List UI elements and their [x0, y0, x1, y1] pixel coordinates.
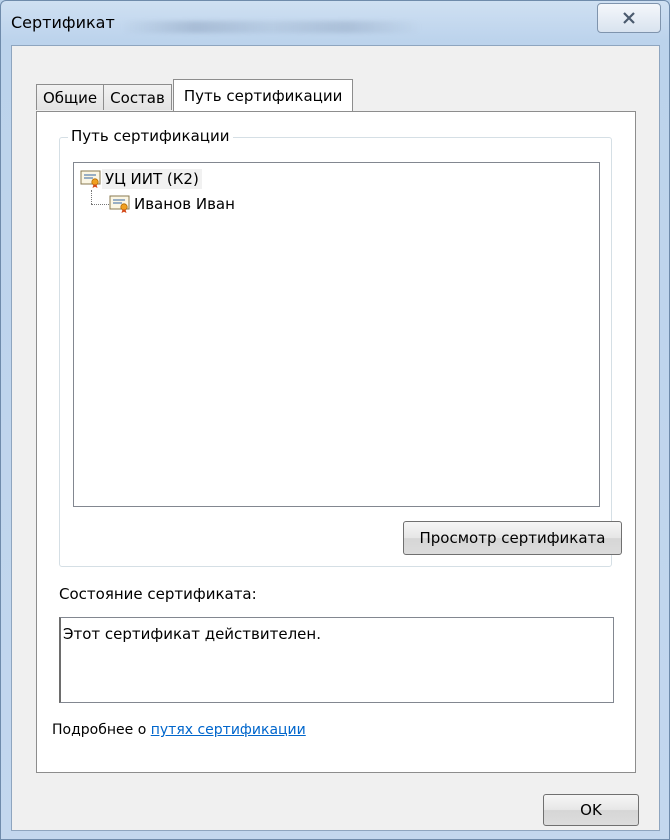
title-bar[interactable]: Сертификат	[1, 1, 669, 45]
tab-details[interactable]: Состав	[103, 84, 172, 110]
tab-details-label: Состав	[110, 88, 165, 107]
certification-path-tree[interactable]: УЦ ИИТ (К2) Иванов Иван	[73, 162, 600, 507]
ok-button[interactable]: OK	[543, 794, 639, 826]
more-info-prefix: Подробнее о	[52, 722, 151, 738]
tree-item-label: УЦ ИИТ (К2)	[102, 169, 202, 189]
close-button[interactable]	[597, 3, 661, 33]
certificate-icon	[109, 195, 130, 213]
certificate-icon	[80, 170, 101, 188]
tab-general[interactable]: Общие	[36, 84, 105, 110]
certificate-dialog: Сертификат Общие Состав Путь сертификаци…	[0, 0, 670, 840]
tree-item-root[interactable]: УЦ ИИТ (К2)	[80, 168, 202, 190]
certificate-status-text[interactable]: Этот сертификат действителен.	[59, 617, 614, 703]
certification-paths-link[interactable]: путях сертификации	[151, 722, 306, 738]
certification-path-group: Путь сертификации УЦ ИИТ (К2) Иванов Ива…	[59, 127, 622, 567]
certification-path-panel: Путь сертификации УЦ ИИТ (К2) Иванов Ива…	[36, 111, 636, 773]
more-info: Подробнее о путях сертификации	[52, 722, 306, 738]
tab-strip: Общие Состав Путь сертификации	[36, 79, 354, 111]
tree-connector-vertical	[91, 190, 92, 204]
tab-certification-path[interactable]: Путь сертификации	[172, 79, 354, 111]
tab-certification-path-label: Путь сертификации	[183, 86, 343, 105]
title-bar-background-blur	[121, 21, 421, 33]
group-legend: Путь сертификации	[68, 127, 233, 145]
dialog-client-area: Общие Состав Путь сертификации Путь серт…	[11, 45, 660, 831]
view-certificate-button[interactable]: Просмотр сертификата	[403, 521, 622, 555]
tab-general-label: Общие	[43, 88, 98, 107]
window-title: Сертификат	[11, 13, 115, 32]
close-icon	[623, 12, 635, 24]
tree-item-leaf[interactable]: Иванов Иван	[109, 193, 238, 215]
certificate-status-label: Состояние сертификата:	[59, 585, 257, 603]
tree-connector-horizontal	[91, 204, 109, 205]
tree-item-label: Иванов Иван	[134, 195, 235, 213]
